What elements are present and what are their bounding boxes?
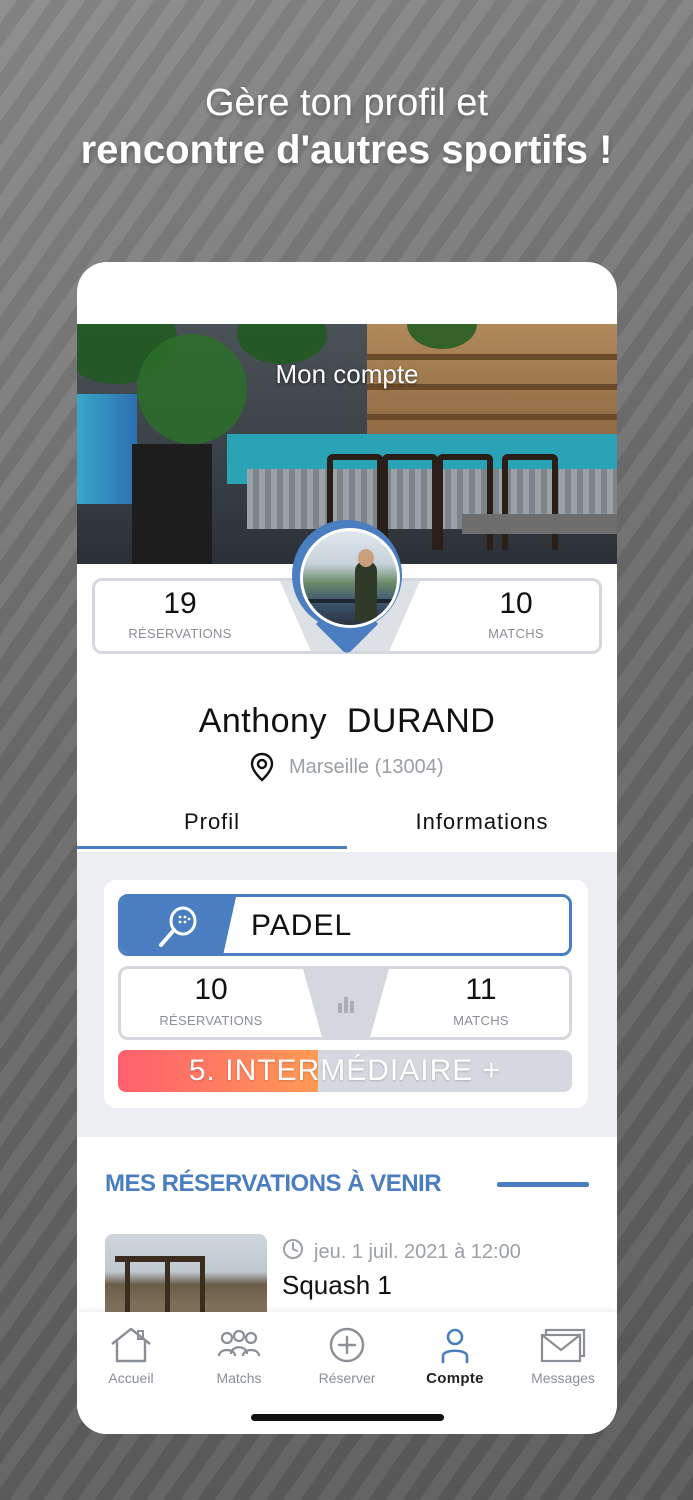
nav-label-compte: Compte: [426, 1370, 484, 1387]
reservation-date: jeu. 1 juil. 2021 à 12:00: [282, 1238, 521, 1266]
reservation-date-text: jeu. 1 juil. 2021 à 12:00: [314, 1240, 521, 1263]
sport-stats-divider: [303, 969, 389, 1037]
sport-stats: 10 RÉSERVATIONS 11 MATCHS: [118, 966, 572, 1040]
location-pin-icon: [249, 752, 275, 782]
clock-icon: [282, 1238, 304, 1266]
matches-label: MATCHS: [488, 626, 544, 641]
level-progress-bar: 5. INTERMÉDIAIRE +: [118, 1050, 572, 1092]
page-title: Mon compte: [275, 359, 419, 389]
sport-matches-label: MATCHS: [453, 1013, 509, 1028]
nav-messages[interactable]: Messages: [509, 1326, 617, 1386]
nav-accueil[interactable]: Accueil: [77, 1326, 185, 1386]
reservations-count: 19: [163, 587, 197, 620]
nav-label-matchs: Matchs: [216, 1370, 262, 1386]
profile-name: Anthony DURAND: [77, 702, 617, 741]
upcoming-section-title: MES RÉSERVATIONS À VENIR: [105, 1170, 442, 1197]
promo-headline: Gère ton profil et rencontre d'autres sp…: [0, 80, 693, 174]
active-tab-indicator: [77, 846, 347, 849]
nav-label-messages: Messages: [531, 1370, 595, 1386]
promo-line-1: Gère ton profil et: [204, 82, 489, 124]
sport-card[interactable]: PADEL 10 RÉSERVATIONS 11 MATCHS 5. INTER…: [104, 880, 588, 1108]
nav-matchs[interactable]: Matchs: [185, 1326, 293, 1386]
reservations-label: RÉSERVATIONS: [128, 626, 232, 641]
nav-reserver[interactable]: Réserver: [293, 1326, 401, 1386]
reservation-thumbnail[interactable]: [105, 1234, 267, 1318]
mail-icon: [540, 1328, 586, 1363]
bar-chart-icon: [338, 997, 354, 1013]
tab-informations[interactable]: Informations: [347, 802, 617, 842]
first-name: Anthony: [198, 702, 327, 740]
nav-label-reserver: Réserver: [318, 1370, 376, 1386]
nav-label-accueil: Accueil: [108, 1370, 154, 1386]
matches-count: 10: [499, 587, 533, 620]
nav-compte[interactable]: Compte: [401, 1326, 509, 1387]
plus-circle-icon: [329, 1327, 365, 1363]
last-name: DURAND: [346, 702, 496, 740]
sport-matches-count: 11: [465, 973, 497, 1006]
reservation-court-name[interactable]: Squash 1: [282, 1270, 392, 1301]
phone-screen: Mon compte 19 RÉSERVATIONS 10 MATCHS Ant…: [77, 262, 617, 1434]
padel-racket-icon: [121, 897, 236, 953]
home-indicator: [251, 1414, 444, 1421]
profile-location: Marseille (13004): [249, 752, 444, 782]
section-title-underline: [497, 1182, 589, 1187]
home-icon: [111, 1327, 151, 1363]
sport-reservations-count: 10: [194, 973, 228, 1006]
sport-header: PADEL: [118, 894, 572, 956]
level-label: 5. INTERMÉDIAIRE +: [188, 1054, 502, 1087]
players-icon: [217, 1329, 261, 1357]
sport-reservations-label: RÉSERVATIONS: [159, 1013, 263, 1028]
location-text: Marseille (13004): [289, 755, 444, 778]
promo-line-2: rencontre d'autres sportifs !: [80, 128, 613, 172]
sport-name: PADEL: [251, 909, 353, 942]
avatar[interactable]: [300, 528, 400, 628]
tab-profil[interactable]: Profil: [77, 802, 347, 842]
user-icon: [441, 1328, 469, 1364]
profile-tabs: Profil Informations: [77, 802, 617, 850]
